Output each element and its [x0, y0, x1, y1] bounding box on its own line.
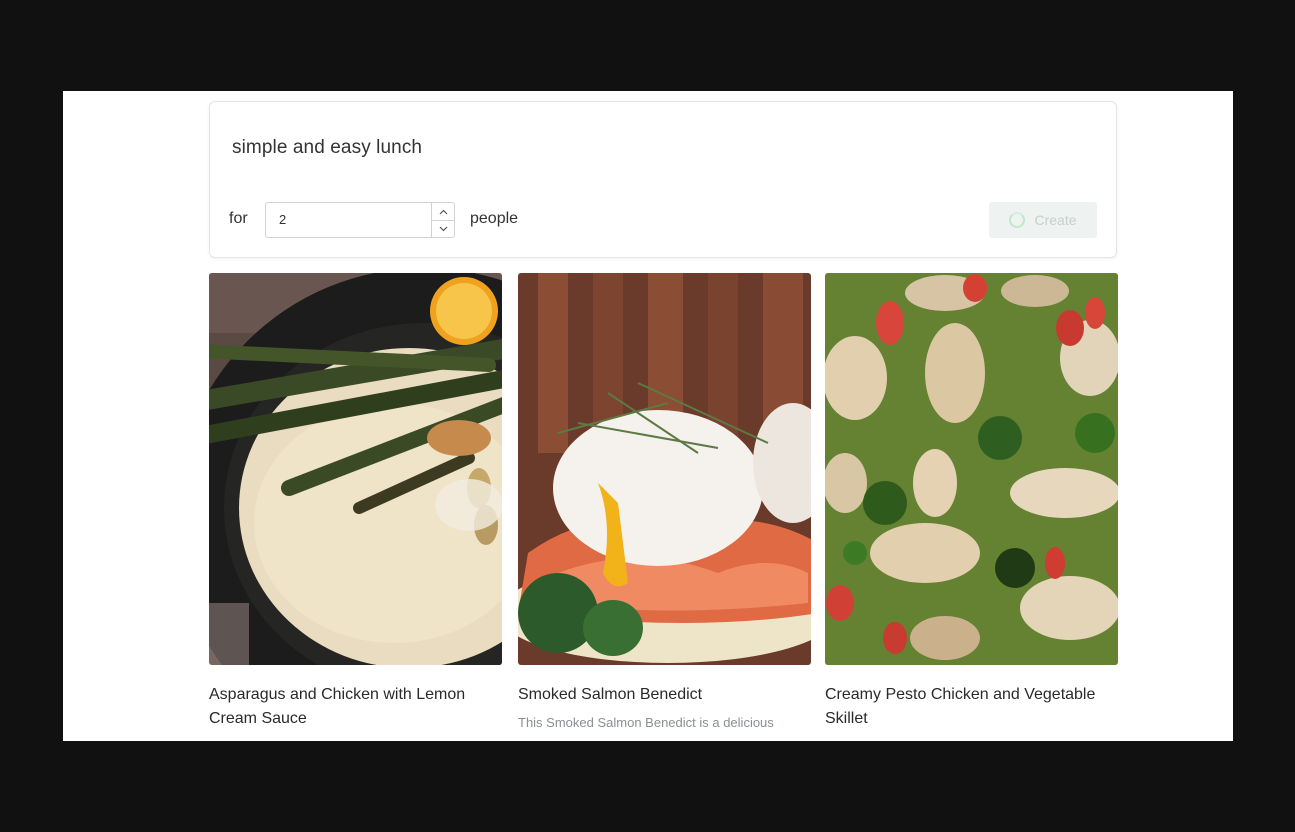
recipe-card[interactable]: Creamy Pesto Chicken and Vegetable Skill… [825, 273, 1118, 731]
chevron-down-icon[interactable] [432, 220, 454, 237]
recipe-prompt-card: simple and easy lunch for 2 people Creat… [209, 101, 1117, 258]
recipe-image-pesto-chicken[interactable] [825, 273, 1118, 665]
create-button[interactable]: Create [989, 202, 1097, 238]
recipe-title[interactable]: Creamy Pesto Chicken and Vegetable Skill… [825, 683, 1118, 731]
create-button-label: Create [1034, 212, 1077, 228]
recipe-image-salmon[interactable] [518, 273, 811, 665]
recipe-title[interactable]: Smoked Salmon Benedict [518, 683, 811, 707]
recipe-image-asparagus[interactable] [209, 273, 502, 665]
recipe-card[interactable]: Asparagus and Chicken with Lemon Cream S… [209, 273, 502, 731]
for-label: for [229, 210, 248, 227]
prompt-input[interactable]: simple and easy lunch [232, 137, 422, 159]
people-label: people [470, 210, 519, 227]
recipe-description: This Smoked Salmon Benedict is a delicio… [518, 715, 774, 730]
servings-stepper[interactable]: 2 [265, 202, 455, 238]
loading-spinner-icon [1009, 212, 1026, 228]
servings-value[interactable]: 2 [279, 212, 286, 227]
recipe-card[interactable]: Smoked Salmon Benedict This Smoked Salmo… [518, 273, 811, 730]
chevron-up-icon[interactable] [432, 203, 454, 221]
app-viewport: simple and easy lunch for 2 people Creat… [63, 91, 1233, 741]
stepper-arrows [431, 203, 454, 237]
recipe-title[interactable]: Asparagus and Chicken with Lemon Cream S… [209, 683, 502, 731]
